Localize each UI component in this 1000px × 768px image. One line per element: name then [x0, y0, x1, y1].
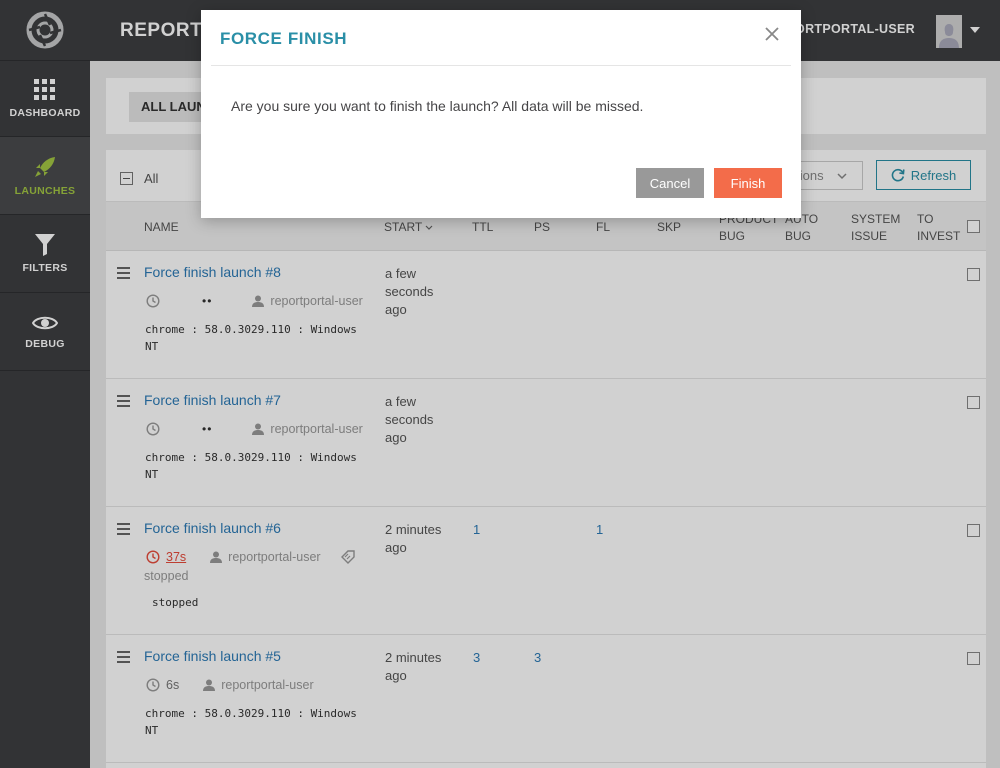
- modal-header: FORCE FINISH: [211, 10, 791, 66]
- modal-message: Are you sure you want to finish the laun…: [231, 98, 644, 114]
- modal-title: FORCE FINISH: [220, 29, 348, 48]
- close-icon[interactable]: [764, 26, 780, 42]
- force-finish-modal: FORCE FINISH Are you sure you want to fi…: [201, 10, 801, 218]
- finish-button[interactable]: Finish: [714, 168, 782, 198]
- cancel-button[interactable]: Cancel: [636, 168, 704, 198]
